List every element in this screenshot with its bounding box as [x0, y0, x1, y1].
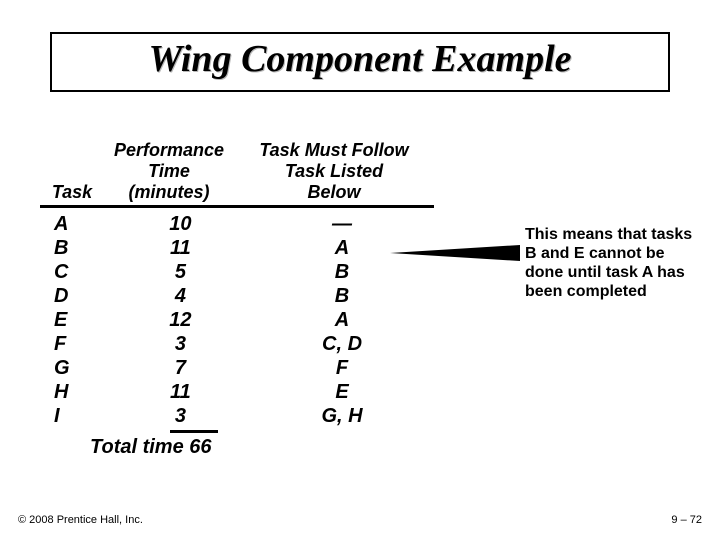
cell-task: F: [40, 332, 117, 356]
table-row: G 7 F: [40, 356, 440, 380]
table-row: H 11 E: [40, 380, 440, 404]
table-row: F 3 C, D: [40, 332, 440, 356]
cell-task: D: [40, 284, 117, 308]
table-row: B 11 A: [40, 236, 440, 260]
cell-task: E: [40, 308, 117, 332]
copyright-text: © 2008 Prentice Hall, Inc.: [18, 514, 143, 526]
cell-time: 11: [117, 380, 244, 404]
cell-time: 4: [117, 284, 244, 308]
table-subtotal-rule: [170, 430, 218, 433]
hdr-time-l1: Performance: [114, 140, 224, 160]
page-number: 9 – 72: [671, 514, 702, 526]
total-value: 66: [189, 436, 211, 458]
total-label: Total time: [90, 436, 184, 458]
table-row: I 3 G, H: [40, 404, 440, 428]
cell-time: 7: [117, 356, 244, 380]
table-row: C 5 B: [40, 260, 440, 284]
task-table: Task Performance Time (minutes) Task Mus…: [40, 140, 440, 459]
table-row: A 10 —: [40, 212, 440, 236]
hdr-dep-l2: Task Listed: [285, 161, 383, 181]
cell-time: 10: [117, 212, 244, 236]
cell-time: 11: [117, 236, 244, 260]
title-box: Wing Component Example: [50, 32, 670, 92]
cell-dep: B: [244, 284, 440, 308]
cell-dep: C, D: [244, 332, 440, 356]
cell-time: 12: [117, 308, 244, 332]
cell-task: H: [40, 380, 117, 404]
cell-dep: F: [244, 356, 440, 380]
cell-dep: —: [244, 212, 440, 236]
cell-task: A: [40, 212, 117, 236]
annotation-text: This means that tasks B and E cannot be …: [525, 225, 695, 301]
content-area: Task Performance Time (minutes) Task Mus…: [40, 140, 690, 470]
cell-time: 3: [117, 332, 244, 356]
cell-dep: G, H: [244, 404, 440, 428]
hdr-task-l3: Task: [52, 182, 92, 202]
cell-task: C: [40, 260, 117, 284]
cell-task: I: [40, 404, 117, 428]
cell-task: B: [40, 236, 117, 260]
cell-time: 5: [117, 260, 244, 284]
table-header: Task Performance Time (minutes) Task Mus…: [40, 140, 440, 203]
annotation-arrow-icon: [390, 245, 520, 261]
cell-dep: B: [244, 260, 440, 284]
hdr-dep-l1: Task Must Follow: [259, 140, 408, 160]
cell-task: G: [40, 356, 117, 380]
cell-dep: A: [244, 308, 440, 332]
table-row: E 12 A: [40, 308, 440, 332]
table-row: D 4 B: [40, 284, 440, 308]
page-title: Wing Component Example: [52, 40, 668, 80]
hdr-time-l2: Time: [148, 161, 190, 181]
cell-dep: E: [244, 380, 440, 404]
hdr-time-l3: (minutes): [129, 182, 210, 202]
hdr-dep-l3: Below: [307, 182, 360, 202]
cell-time: 3: [117, 404, 244, 428]
table-total-row: Total time 66: [40, 435, 440, 459]
table-header-rule: [40, 205, 434, 208]
